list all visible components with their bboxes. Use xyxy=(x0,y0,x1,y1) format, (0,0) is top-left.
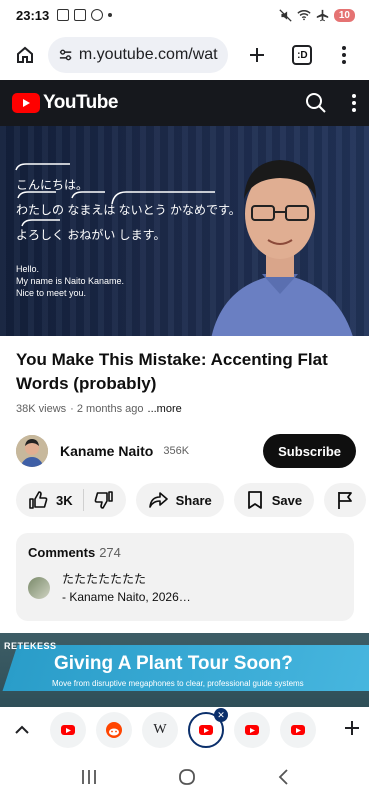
more-vert-icon[interactable] xyxy=(351,93,357,113)
share-label: Share xyxy=(175,492,212,508)
ad-brand: RETEKESS xyxy=(4,641,57,651)
comments-section[interactable]: Comments 274 たたたたたたた - Kaname Naito, 2026… xyxy=(16,533,354,621)
whatsapp-icon xyxy=(91,9,104,21)
channel-row: Kaname Naito 356K Subscribe xyxy=(16,434,356,468)
screenshot-icon xyxy=(57,9,70,21)
battery-indicator: 10 xyxy=(333,8,355,22)
tab-switcher-button[interactable]: :D xyxy=(286,38,320,72)
save-button[interactable]: Save xyxy=(233,483,315,517)
thumbs-down-icon[interactable] xyxy=(94,490,114,510)
en-caption-line: Hello. xyxy=(16,264,40,274)
video-meta[interactable]: 38K views · 2 months ago ...more xyxy=(16,403,182,415)
youtube-favicon-icon xyxy=(291,725,305,735)
site-settings-icon xyxy=(59,49,71,61)
youtube-play-icon xyxy=(12,93,40,113)
reddit-favicon-icon xyxy=(106,722,122,738)
clipboard-icon xyxy=(74,9,87,21)
video-player[interactable]: こんにちは。 わたしの なまえは ないとう かなめです。 よろしく おねがい し… xyxy=(0,126,369,336)
home-icon xyxy=(16,46,33,63)
browser-menu-button[interactable] xyxy=(327,38,361,72)
tab-count: :D xyxy=(292,45,313,65)
status-bar: 23:13 10 xyxy=(0,0,369,30)
wifi-icon xyxy=(297,10,311,21)
view-count: 38K views xyxy=(16,403,67,415)
jp-caption-line: よろしく おねがい します。 xyxy=(16,228,166,242)
notification-icons xyxy=(57,9,113,21)
ad-headline: Giving A Plant Tour Soon? xyxy=(54,653,293,674)
tab-youtube[interactable] xyxy=(280,712,316,748)
back-icon[interactable] xyxy=(277,768,289,785)
expand-tabs-button[interactable] xyxy=(8,725,36,735)
plus-icon xyxy=(345,720,359,735)
comments-count: 274 xyxy=(99,545,121,560)
top-comment[interactable]: たたたたたたた - Kaname Naito, 2026… xyxy=(28,570,342,606)
recent-apps-icon[interactable] xyxy=(80,769,98,785)
subscribe-button[interactable]: Subscribe xyxy=(263,434,356,468)
address-bar[interactable]: m.youtube.com/watc xyxy=(47,37,228,73)
tab-youtube[interactable] xyxy=(234,712,270,748)
ad-banner[interactable]: RETEKESS Giving A Plant Tour Soon? Move … xyxy=(0,633,369,707)
like-divider xyxy=(82,489,84,511)
tab-reddit[interactable] xyxy=(96,712,132,748)
video-title[interactable]: You Make This Mistake: Accenting Flat Wo… xyxy=(16,348,356,396)
tab-strip: W ✕ xyxy=(0,707,369,753)
tab-wikipedia[interactable]: W xyxy=(142,712,178,748)
add-tab-button[interactable] xyxy=(343,719,361,742)
jp-caption-line: こんにちは。 xyxy=(16,178,89,192)
youtube-favicon-icon xyxy=(199,725,213,735)
system-icons: 10 xyxy=(279,8,355,22)
comments-label: Comments xyxy=(28,545,96,560)
comment-text: たたたたたたた xyxy=(62,572,147,586)
upload-age: · 2 months ago xyxy=(70,403,144,415)
airplane-mode-icon xyxy=(316,9,329,21)
status-time: 23:13 xyxy=(16,7,50,23)
home-circle-icon[interactable] xyxy=(178,768,196,786)
flag-icon xyxy=(338,492,353,509)
tab-youtube-active[interactable]: ✕ xyxy=(188,708,228,748)
youtube-favicon-icon xyxy=(245,725,259,735)
more-link[interactable]: ...more xyxy=(148,403,182,415)
tab-youtube[interactable] xyxy=(50,712,86,748)
new-tab-button[interactable] xyxy=(240,38,274,72)
comment-author: - Kaname Naito, 2026… xyxy=(62,590,191,604)
subscriber-count: 356K xyxy=(163,445,190,457)
more-notifications-icon xyxy=(108,13,113,17)
save-label: Save xyxy=(271,492,303,508)
search-icon[interactable] xyxy=(305,92,327,114)
youtube-favicon-icon xyxy=(61,725,75,735)
video-actions: 3K Share Save xyxy=(16,483,369,517)
comments-heading: Comments 274 xyxy=(28,545,342,560)
home-button[interactable] xyxy=(8,38,42,72)
thumbs-up-icon xyxy=(29,491,48,509)
wikipedia-favicon-icon: W xyxy=(153,722,167,737)
youtube-logo[interactable]: YouTube xyxy=(12,92,118,114)
url-text: m.youtube.com/watc xyxy=(78,46,218,63)
mute-icon xyxy=(279,8,292,22)
presenter-figure xyxy=(211,160,353,336)
youtube-wordmark: YouTube xyxy=(43,92,118,113)
en-caption-line: My name is Naito Kaname. xyxy=(16,276,125,286)
channel-avatar[interactable] xyxy=(16,435,48,467)
bookmark-icon xyxy=(247,491,262,509)
share-button[interactable]: Share xyxy=(135,483,224,517)
youtube-header: YouTube xyxy=(0,80,369,126)
en-caption-line: Nice to meet you. xyxy=(16,288,87,298)
close-tab-icon[interactable]: ✕ xyxy=(214,708,228,722)
ad-subline: Move from disruptive megaphones to clear… xyxy=(52,679,304,688)
chevron-up-icon xyxy=(15,725,29,734)
commenter-avatar xyxy=(28,577,50,599)
system-navigation-bar xyxy=(0,753,369,800)
report-button[interactable] xyxy=(324,483,367,517)
share-icon xyxy=(148,492,168,508)
plus-icon xyxy=(249,48,264,62)
like-count: 3K xyxy=(56,492,73,508)
channel-name[interactable]: Kaname Naito xyxy=(60,443,153,459)
like-dislike-group: 3K xyxy=(16,483,126,517)
like-button[interactable]: 3K xyxy=(28,490,73,510)
browser-toolbar: m.youtube.com/watc :D xyxy=(0,30,369,80)
more-vert-icon xyxy=(342,46,347,64)
